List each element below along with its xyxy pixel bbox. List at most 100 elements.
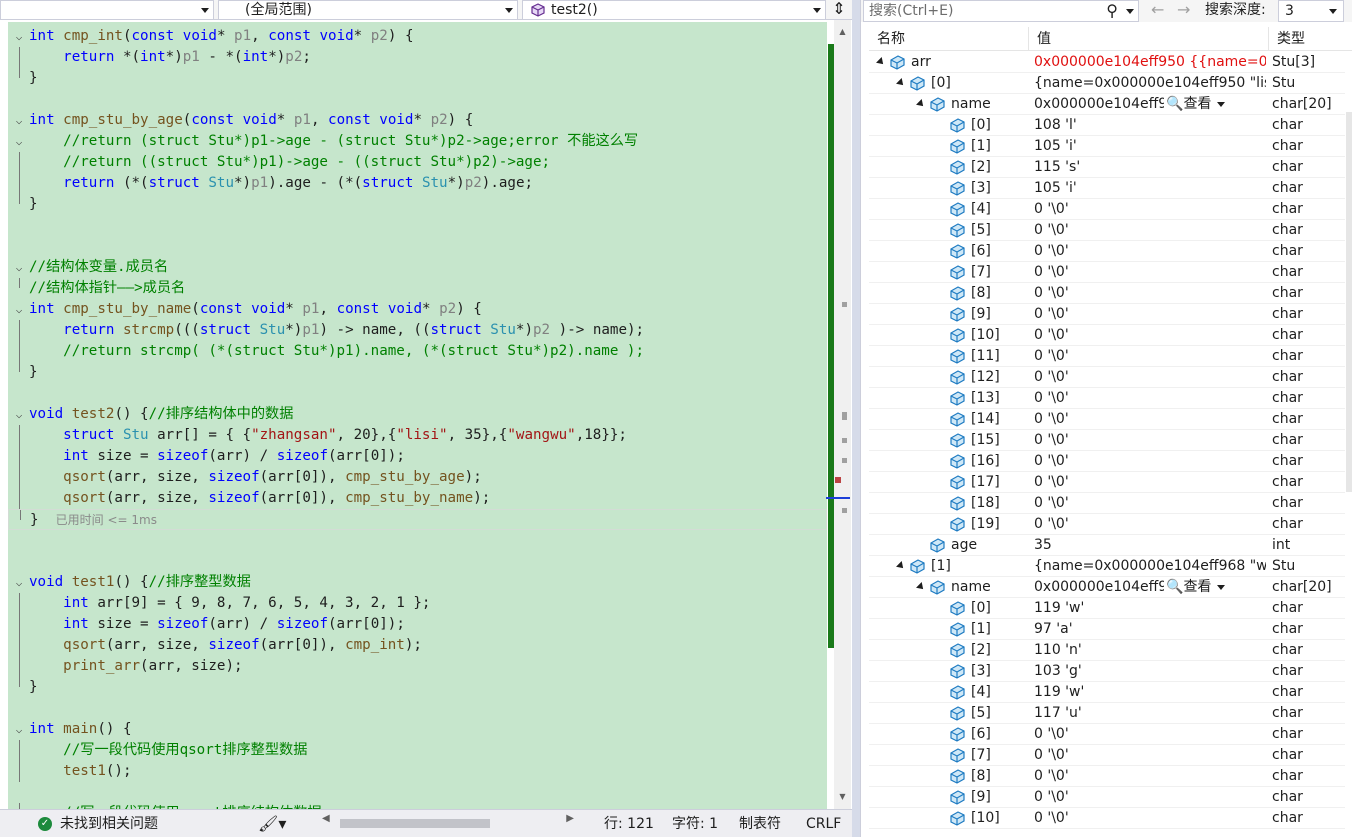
watch-value[interactable]: 0 '\0' [1034,262,1266,283]
watch-row[interactable]: [2] 115 's' char [869,157,1345,178]
watch-value[interactable]: 115 's' [1034,157,1266,178]
watch-row[interactable]: [10] 0 '\0' char [869,325,1345,346]
watch-value[interactable]: 0 '\0' [1034,283,1266,304]
watch-row[interactable]: [19] 0 '\0' char [869,514,1345,535]
watch-row[interactable]: [4] 119 'w' char [869,682,1345,703]
scroll-down-icon[interactable]: ▼ [834,789,851,805]
watch-value[interactable]: 0 '\0' [1034,787,1266,808]
code-line[interactable]: struct Stu arr[] = { {"zhangsan", 20},{"… [8,425,827,446]
watch-row[interactable]: [6] 0 '\0' char [869,241,1345,262]
watch-value[interactable]: 119 'w' [1034,682,1266,703]
watch-row[interactable]: [14] 0 '\0' char [869,409,1345,430]
editor-vertical-scrollbar[interactable]: ▲ ▼ [834,20,851,809]
indent-mode[interactable]: 制表符 [739,814,781,834]
code-cleanup-icon[interactable]: 🖌▾ [258,814,286,833]
watch-row[interactable]: [5] 117 'u' char [869,703,1345,724]
issues-status[interactable]: 未找到相关问题 [60,814,158,834]
editor-horizontal-scrollbar[interactable]: ◀ ▶ [318,813,578,830]
code-line[interactable]: ⌵ int cmp_stu_by_name(const void* p1, con… [8,299,827,320]
watch-row[interactable]: [10] 0 '\0' char [869,808,1345,829]
watch-value[interactable]: 0 '\0' [1034,346,1266,367]
fold-toggle-icon[interactable]: ⌵ [12,110,26,131]
watch-row[interactable]: age 35 int [869,535,1345,556]
column-name-header[interactable]: 名称 [869,27,1029,51]
scroll-up-icon[interactable]: ▲ [834,24,851,40]
code-line[interactable] [8,215,827,236]
watch-row[interactable]: [11] 0 '\0' char [869,346,1345,367]
expand-triangle-icon[interactable] [916,582,926,592]
watch-value[interactable]: 110 'n' [1034,640,1266,661]
code-line[interactable] [8,698,827,719]
watch-value[interactable]: 0 '\0' [1034,745,1266,766]
watch-value[interactable]: 0x000000e104eff950 "l... [1034,94,1164,115]
watch-row[interactable]: [8] 0 '\0' char [869,766,1345,787]
watch-value[interactable]: 117 'u' [1034,703,1266,724]
watch-value[interactable]: 0 '\0' [1034,766,1266,787]
watch-value[interactable]: 0 '\0' [1034,514,1266,535]
watch-row[interactable]: [17] 0 '\0' char [869,472,1345,493]
fold-toggle-icon[interactable]: ⌵ [12,299,26,320]
code-line[interactable]: qsort(arr, size, sizeof(arr[0]), cmp_stu… [8,467,827,488]
code-line[interactable]: } [8,362,827,383]
watch-row[interactable]: [5] 0 '\0' char [869,220,1345,241]
code-line[interactable] [8,89,827,110]
code-line[interactable]: print_arr(arr, size); [8,656,827,677]
search-depth-select[interactable]: 3 [1278,0,1344,22]
code-line[interactable]: ⌵ void test1() {//排序整型数据 [8,572,827,593]
watch-value[interactable]: 0 '\0' [1034,724,1266,745]
fold-toggle-icon[interactable]: ⌵ [12,26,26,47]
watch-row[interactable]: [0] 119 'w' char [869,598,1345,619]
code-line[interactable]: test1(); [8,761,827,782]
scope-dropdown[interactable]: (全局范围) [218,0,518,20]
fold-toggle-icon[interactable]: ⌵ [12,257,26,278]
code-line[interactable] [8,782,827,803]
split-editor-button[interactable]: ⇕ [828,0,850,20]
watch-value[interactable]: 35 [1034,535,1266,556]
search-icon[interactable]: ⚲ [1106,1,1118,21]
watch-row[interactable]: [1] 105 'i' char [869,136,1345,157]
code-line[interactable]: ⌵ int cmp_stu_by_age(const void* p1, cons… [8,110,827,131]
code-line[interactable]: } [8,68,827,89]
line-indicator[interactable]: 行: 121 [604,814,654,834]
watch-value[interactable]: 0 '\0' [1034,472,1266,493]
watch-value[interactable]: 119 'w' [1034,598,1266,619]
watch-value[interactable]: {name=0x000000e104eff950 "lisi"... [1034,73,1266,94]
code-line[interactable]: } [8,194,827,215]
scroll-left-icon[interactable]: ◀ [322,813,330,824]
code-line[interactable] [8,236,827,257]
watch-row[interactable]: [9] 0 '\0' char [869,304,1345,325]
watch-value[interactable]: 108 'l' [1034,115,1266,136]
code-line[interactable]: int size = sizeof(arr) / sizeof(arr[0]); [8,614,827,635]
expand-triangle-icon[interactable] [916,99,926,109]
fold-toggle-icon[interactable]: ⌵ [12,131,26,152]
watch-row[interactable]: [1] 97 'a' char [869,619,1345,640]
code-line[interactable]: } [8,677,827,698]
watch-value[interactable]: 0x000000e104eff950 {{name=0x0... [1034,52,1266,73]
fold-toggle-icon[interactable]: ⌵ [12,719,26,740]
watch-row[interactable]: [3] 105 'i' char [869,178,1345,199]
code-text-area[interactable]: ⌵ int cmp_int(const void* p1, const void*… [8,22,827,809]
watch-value[interactable]: 103 'g' [1034,661,1266,682]
expand-triangle-icon[interactable] [896,78,906,88]
code-line[interactable]: return (*(struct Stu*)p1).age - (*(struc… [8,173,827,194]
code-line[interactable] [8,551,827,572]
watch-row[interactable]: [18] 0 '\0' char [869,493,1345,514]
watch-vertical-scrollbar[interactable] [1345,52,1352,837]
scroll-right-icon[interactable]: ▶ [566,813,574,824]
watch-value[interactable]: 0 '\0' [1034,325,1266,346]
watch-value[interactable]: 97 'a' [1034,619,1266,640]
line-ending[interactable]: CRLF [806,814,841,834]
function-dropdown[interactable]: test2() [522,0,826,20]
code-line[interactable]: ⌵ //return (struct Stu*)p1->age - (struc… [8,131,827,152]
project-dropdown[interactable] [0,0,214,20]
watch-value[interactable]: 0 '\0' [1034,451,1266,472]
scrollbar-thumb[interactable] [1346,112,1352,492]
watch-row[interactable]: [0] {name=0x000000e104eff950 "lisi"... Stu [869,73,1345,94]
watch-row[interactable]: [7] 0 '\0' char [869,745,1345,766]
code-line[interactable]: int size = sizeof(arr) / sizeof(arr[0]); [8,446,827,467]
visualizer-button[interactable]: 🔍查看 [1166,94,1226,115]
watch-row[interactable]: [6] 0 '\0' char [869,724,1345,745]
code-line[interactable]: //return ((struct Stu*)p1)->age - ((stru… [8,152,827,173]
column-value-header[interactable]: 值 [1029,27,1269,51]
char-indicator[interactable]: 字符: 1 [672,814,718,834]
